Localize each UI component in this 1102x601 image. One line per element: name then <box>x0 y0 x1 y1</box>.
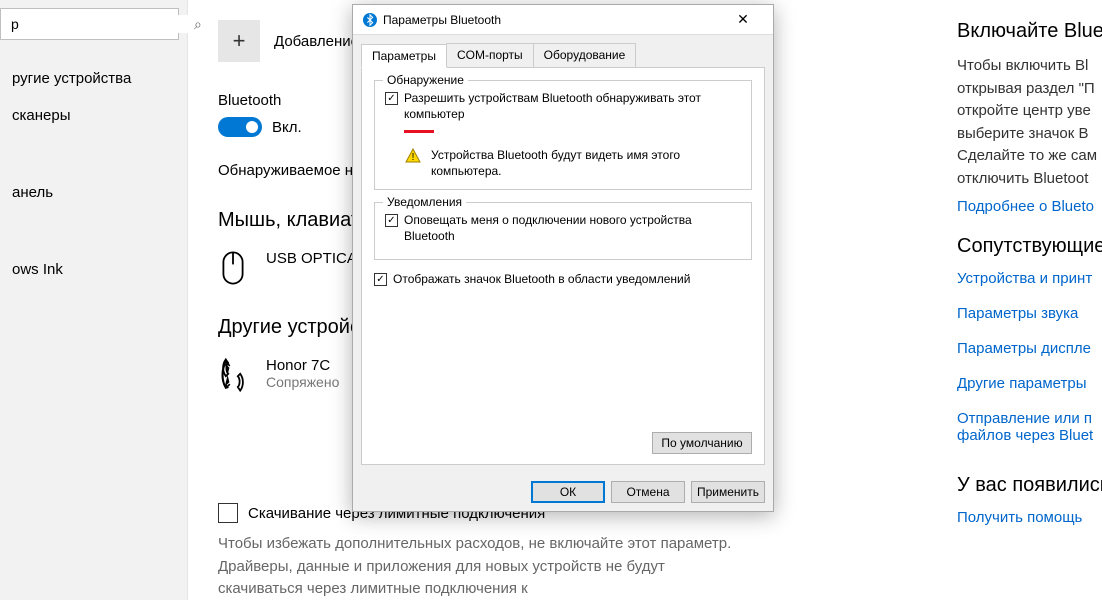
warning-icon: ! <box>405 148 421 164</box>
related-heading: Сопутствующие пар <box>957 235 1102 258</box>
search-box[interactable]: ⌕ <box>0 8 179 40</box>
tray-icon-label: Отображать значок Bluetooth в области ув… <box>393 272 690 288</box>
enable-bt-body: Чтобы включить Bl открывая раздел "П отк… <box>957 55 1102 190</box>
allow-discovery-label: Разрешить устройствам Bluetooth обнаружи… <box>404 91 741 122</box>
nav-scanners[interactable]: сканеры <box>0 97 187 134</box>
questions-heading: У вас появились во <box>957 474 1102 497</box>
apply-button[interactable]: Применить <box>691 481 765 503</box>
bluetooth-icon <box>363 13 377 27</box>
send-files-link[interactable]: Отправление или п файлов через Bluet <box>957 410 1102 444</box>
add-device-button[interactable]: + <box>218 20 260 62</box>
device-name: Honor 7C <box>266 357 339 374</box>
tab-hardware[interactable]: Оборудование <box>533 43 637 67</box>
red-underline-annotation <box>404 130 434 133</box>
close-button[interactable]: ✕ <box>723 11 763 28</box>
device-status: Сопряжено <box>266 374 339 390</box>
dialog-title: Параметры Bluetooth <box>383 13 723 27</box>
defaults-button[interactable]: По умолчанию <box>652 432 752 454</box>
allow-discovery-checkbox[interactable]: ✓ <box>385 92 398 105</box>
discovery-group: Обнаружение ✓ Разрешить устройствам Blue… <box>374 80 752 190</box>
tray-icon-checkbox[interactable]: ✓ <box>374 273 387 286</box>
other-params-link[interactable]: Другие параметры <box>957 375 1102 392</box>
toggle-state-label: Вкл. <box>272 119 302 136</box>
dialog-titlebar[interactable]: Параметры Bluetooth ✕ <box>353 5 773 35</box>
notifications-group-title: Уведомления <box>383 195 466 209</box>
metered-checkbox[interactable] <box>218 503 238 523</box>
tab-params[interactable]: Параметры <box>361 44 447 68</box>
phone-icon <box>218 357 248 393</box>
ok-button[interactable]: ОК <box>531 481 605 503</box>
svg-text:!: ! <box>412 152 415 163</box>
learn-bluetooth-link[interactable]: Подробнее о Blueto <box>957 198 1102 215</box>
cancel-button[interactable]: Отмена <box>611 481 685 503</box>
add-device-label: Добавление <box>274 33 359 50</box>
search-input[interactable] <box>9 15 194 33</box>
metered-description: Чтобы избежать дополнительных расходов, … <box>218 533 738 601</box>
nav-windows-ink[interactable]: ows Ink <box>0 251 187 288</box>
bluetooth-toggle[interactable] <box>218 117 262 137</box>
warning-text: Устройства Bluetooth будут видеть имя эт… <box>431 148 741 179</box>
nav-panel[interactable]: анель <box>0 174 187 211</box>
devices-printers-link[interactable]: Устройства и принт <box>957 270 1102 287</box>
tab-com-ports[interactable]: COM-порты <box>446 43 534 67</box>
nav-other-devices[interactable]: ругие устройства <box>0 60 187 97</box>
mouse-icon <box>218 250 248 286</box>
device-name: USB OPTICAL <box>266 250 365 267</box>
notifications-group: Уведомления ✓ Оповещать меня о подключен… <box>374 202 752 259</box>
discovery-group-title: Обнаружение <box>383 73 468 87</box>
notify-connect-checkbox[interactable]: ✓ <box>385 214 398 227</box>
enable-bt-heading: Включайте Bluetoot <box>957 20 1102 43</box>
bluetooth-settings-dialog: Параметры Bluetooth ✕ Параметры COM-порт… <box>352 4 774 512</box>
get-help-link[interactable]: Получить помощь <box>957 509 1102 526</box>
sound-link[interactable]: Параметры звука <box>957 305 1102 322</box>
display-link[interactable]: Параметры диспле <box>957 340 1102 357</box>
notify-connect-label: Оповещать меня о подключении нового устр… <box>404 213 741 244</box>
